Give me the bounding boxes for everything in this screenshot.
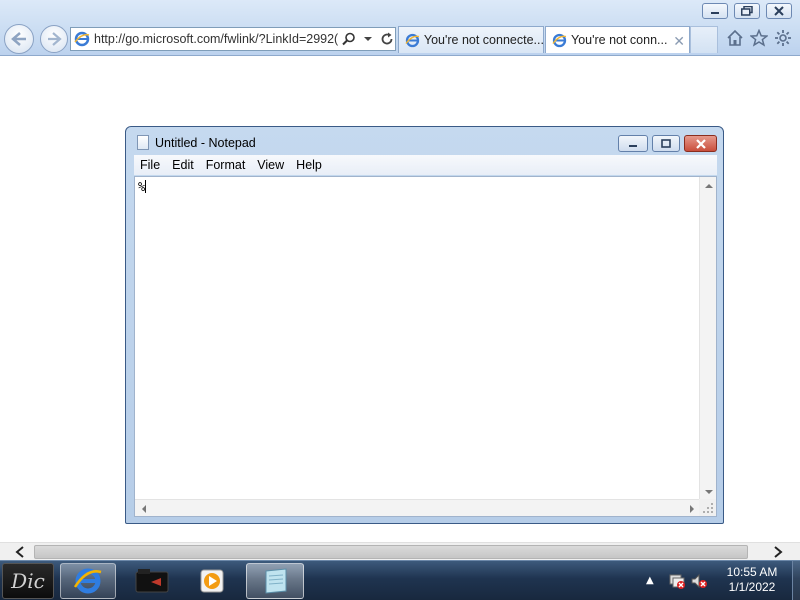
start-logo: Dic <box>11 569 45 593</box>
taskbar-media-player[interactable] <box>184 563 240 599</box>
favorites-star-icon[interactable] <box>748 27 770 49</box>
internet-explorer-icon <box>73 568 102 594</box>
menu-help[interactable]: Help <box>290 158 328 172</box>
scroll-left-arrow-icon[interactable] <box>135 500 152 517</box>
notepad-text-area[interactable]: % <box>134 176 717 517</box>
clock-date: 1/1/2022 <box>728 580 776 594</box>
maximize-icon <box>661 139 671 148</box>
address-url[interactable]: http://go.microsoft.com/fwlink/?LinkId=2… <box>94 32 338 46</box>
new-tab-button[interactable] <box>690 26 718 53</box>
clock-time: 10:55 AM <box>726 565 778 579</box>
taskbar: Dic ▲ 10:55 AM 1/1/2022 <box>0 560 800 600</box>
notepad-app-icon <box>137 135 149 150</box>
clock[interactable]: 10:55 AM 1/1/2022 <box>716 565 788 595</box>
notepad-maximize-button[interactable] <box>652 135 680 152</box>
menu-file[interactable]: File <box>134 158 166 172</box>
scroll-down-arrow-icon[interactable] <box>700 483 717 500</box>
back-button[interactable] <box>4 24 34 54</box>
refresh-icon[interactable] <box>379 31 395 47</box>
close-icon <box>695 138 706 149</box>
ie-page-icon <box>405 33 420 47</box>
settings-gear-icon[interactable] <box>772 27 794 49</box>
start-button[interactable]: Dic <box>2 563 54 599</box>
restore-icon <box>741 6 753 16</box>
close-icon <box>774 6 784 16</box>
address-bar[interactable]: http://go.microsoft.com/fwlink/?LinkId=2… <box>70 27 396 51</box>
notepad-menubar: File Edit Format View Help <box>134 155 717 175</box>
ie-page-icon <box>552 33 567 47</box>
menu-edit[interactable]: Edit <box>166 158 200 172</box>
volume-muted-icon[interactable] <box>690 572 708 593</box>
show-hidden-icons-arrow-icon[interactable]: ▲ <box>646 575 654 586</box>
notepad-close-button[interactable] <box>684 135 717 152</box>
scrollbar-thumb[interactable] <box>34 545 748 559</box>
tab-label: You're not conn... <box>571 33 668 47</box>
notepad-horizontal-scrollbar[interactable] <box>135 499 700 516</box>
taskbar-internet-explorer[interactable] <box>60 563 116 599</box>
scroll-up-arrow-icon[interactable] <box>700 177 717 194</box>
browser-minimize-button[interactable] <box>702 3 728 19</box>
text-caret <box>145 180 147 193</box>
home-icon[interactable] <box>724 27 746 49</box>
notepad-window[interactable]: Untitled - Notepad File Edit Format View… <box>125 126 724 524</box>
back-arrow-icon <box>11 32 26 46</box>
resize-grip-icon[interactable] <box>699 499 716 516</box>
browser-horizontal-scrollbar[interactable] <box>0 542 800 560</box>
browser-toolbar: http://go.microsoft.com/fwlink/?LinkId=2… <box>0 0 800 56</box>
notepad-titlebar[interactable]: Untitled - Notepad <box>126 127 723 155</box>
window-title: Untitled - Notepad <box>155 136 256 150</box>
media-player-icon <box>200 569 224 593</box>
scroll-right-arrow-icon[interactable] <box>683 500 700 517</box>
scroll-right-arrow-icon[interactable] <box>770 544 786 560</box>
notepad-minimize-button[interactable] <box>618 135 648 152</box>
tab-not-connected-2[interactable]: You're not conn... ✕ <box>545 26 690 53</box>
scroll-left-arrow-icon[interactable] <box>12 544 28 560</box>
ie-page-icon <box>74 31 90 47</box>
taskbar-notepad[interactable] <box>246 563 304 599</box>
search-icon[interactable] <box>341 31 357 47</box>
tab-close-icon[interactable]: ✕ <box>673 33 685 50</box>
media-folder-icon <box>135 569 169 593</box>
forward-arrow-icon <box>48 32 62 46</box>
show-desktop-button[interactable] <box>792 561 800 600</box>
minimize-icon <box>711 12 719 14</box>
tab-label: You're not connecte... <box>423 33 543 47</box>
browser-restore-button[interactable] <box>734 3 760 19</box>
tab-not-connected-1[interactable]: You're not connecte... <box>398 26 544 53</box>
menu-view[interactable]: View <box>251 158 290 172</box>
minimize-icon <box>629 144 637 147</box>
notepad-content[interactable]: % <box>138 180 147 194</box>
taskbar-media-folder[interactable] <box>124 563 180 599</box>
document-text: % <box>138 180 146 194</box>
dropdown-arrow-icon[interactable] <box>360 31 376 47</box>
forward-button[interactable] <box>40 25 68 53</box>
browser-close-button[interactable] <box>766 3 792 19</box>
notepad-icon <box>265 568 287 594</box>
menu-format[interactable]: Format <box>200 158 252 172</box>
system-tray: ▲ 10:55 AM 1/1/2022 <box>640 561 800 600</box>
notepad-vertical-scrollbar[interactable] <box>699 177 716 500</box>
network-disconnected-icon[interactable] <box>668 572 686 593</box>
